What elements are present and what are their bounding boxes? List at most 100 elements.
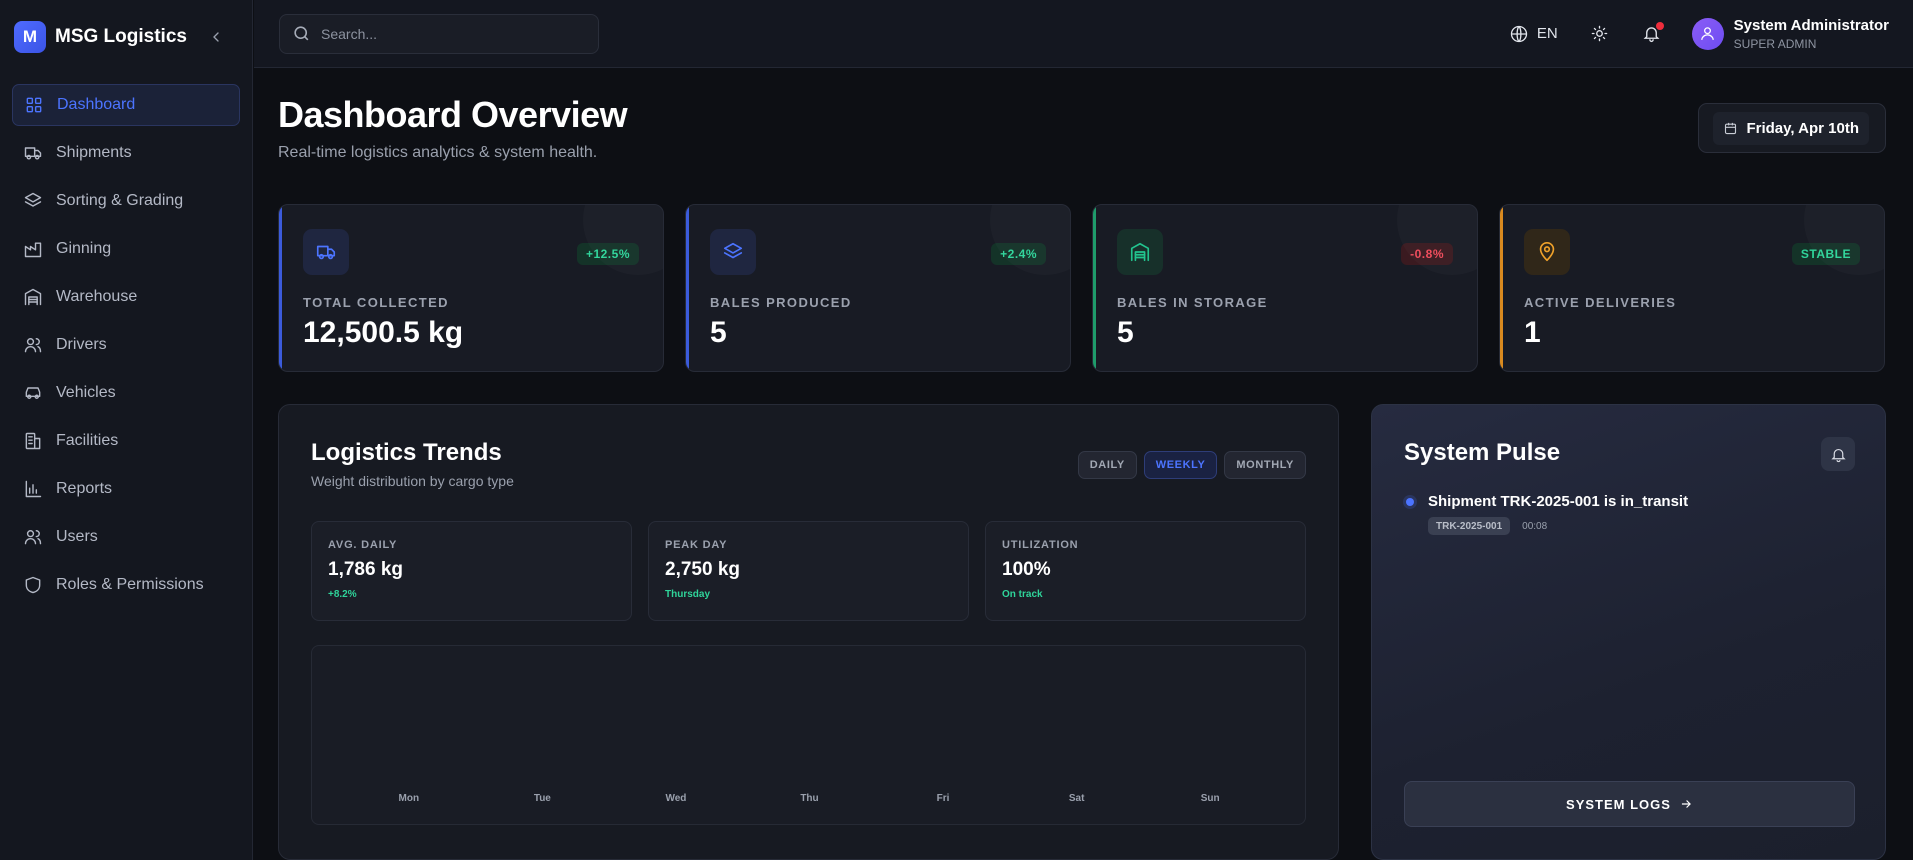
sidebar-item-vehicles[interactable]: Vehicles <box>12 372 240 414</box>
language-label: EN <box>1536 25 1558 42</box>
stat-card-bales-produced[interactable]: +2.4% BALES PRODUCED 5 <box>685 204 1071 372</box>
stat-value: 1 <box>1524 316 1541 349</box>
calendar-icon <box>1725 122 1737 134</box>
sidebar-item-warehouse[interactable]: Warehouse <box>12 276 240 318</box>
collapse-sidebar-button[interactable] <box>206 27 226 47</box>
stat-badge: +2.4% <box>991 243 1046 265</box>
event-time: 00:08 <box>1522 520 1548 532</box>
sidebar-item-users[interactable]: Users <box>12 516 240 558</box>
sidebar: M MSG Logistics Dashboard Shipments Sort… <box>0 0 253 860</box>
event-body: Shipment TRK-2025-001 is in_transit TRK-… <box>1428 493 1688 535</box>
user-name: System Administrator <box>1733 16 1889 34</box>
stats-row: +12.5% TOTAL COLLECTED 12,500.5 kg +2.4%… <box>278 204 1885 372</box>
date-label: Friday, Apr 10th <box>1746 119 1859 137</box>
sidebar-item-label: Ginning <box>56 240 112 257</box>
system-logs-button[interactable]: SYSTEM LOGS <box>1404 781 1855 827</box>
avatar <box>1691 17 1724 50</box>
metric-label: PEAK DAY <box>665 539 728 551</box>
stat-card-total-collected[interactable]: +12.5% TOTAL COLLECTED 12,500.5 kg <box>278 204 664 372</box>
notifications-button[interactable] <box>1640 21 1664 46</box>
sidebar-item-sorting-grading[interactable]: Sorting & Grading <box>12 180 240 222</box>
stat-label: TOTAL COLLECTED <box>303 295 449 310</box>
truck-icon <box>303 229 349 275</box>
metric-value: 100% <box>1002 559 1051 580</box>
event-meta: TRK-2025-001 00:08 <box>1428 517 1688 535</box>
event-status-dot <box>1406 498 1414 506</box>
sidebar-item-drivers[interactable]: Drivers <box>12 324 240 366</box>
arrow-right-icon <box>1681 800 1691 808</box>
sidebar-item-label: Dashboard <box>57 96 136 113</box>
sidebar-item-label: Sorting & Grading <box>56 192 184 209</box>
stat-value: 5 <box>1117 316 1134 349</box>
sidebar-item-roles-permissions[interactable]: Roles & Permissions <box>12 564 240 606</box>
system-logs-label: SYSTEM LOGS <box>1566 796 1671 812</box>
stat-label: BALES IN STORAGE <box>1117 295 1268 310</box>
event-title: Shipment TRK-2025-001 is in_transit <box>1428 493 1689 510</box>
toggle-weekly[interactable]: WEEKLY <box>1143 451 1218 479</box>
sidebar-item-label: Roles & Permissions <box>56 576 204 593</box>
stat-badge: STABLE <box>1791 243 1860 265</box>
users-icon <box>22 334 44 356</box>
building-icon <box>22 430 44 452</box>
car-icon <box>22 382 44 404</box>
theme-toggle-button[interactable] <box>1588 22 1612 46</box>
page-subtitle: Real-time logistics analytics & system h… <box>278 144 598 161</box>
date-chip-inner: Friday, Apr 10th <box>1713 111 1869 145</box>
brand: M MSG Logistics <box>0 0 252 74</box>
factory-icon <box>22 238 44 260</box>
pulse-title: System Pulse <box>1404 439 1561 466</box>
grid-icon <box>23 94 45 116</box>
globe-icon <box>1510 25 1527 42</box>
user-icon <box>1701 27 1714 40</box>
chart-tick-label: Sun <box>1201 793 1220 804</box>
toggle-monthly[interactable]: MONTHLY <box>1224 451 1306 479</box>
chart-tick-label: Mon <box>399 793 420 804</box>
truck-icon <box>22 142 44 164</box>
user-info: System Administrator SUPER ADMIN <box>1734 17 1889 51</box>
pulse-event[interactable]: Shipment TRK-2025-001 is in_transit TRK-… <box>1404 493 1853 535</box>
notification-dot <box>1655 21 1664 30</box>
language-selector[interactable]: EN <box>1509 24 1558 44</box>
sun-icon <box>1591 25 1608 42</box>
brand-logo[interactable]: M <box>14 21 46 53</box>
search-box[interactable] <box>279 13 599 54</box>
trends-chart-svg: Mon Tue Wed Thu Fri Sat Sun <box>399 793 1220 804</box>
stat-badge: +12.5% <box>576 243 639 265</box>
metric-note: Thursday <box>665 589 711 600</box>
topbar-actions: EN System Administrator SUPER ADMIN <box>1509 17 1889 51</box>
sidebar-item-reports[interactable]: Reports <box>12 468 240 510</box>
sidebar-item-dashboard[interactable]: Dashboard <box>12 84 240 126</box>
trend-metrics: AVG. DAILY 1,786 kg +8.2% PEAK DAY 2,750… <box>311 521 1306 621</box>
metric-utilization: UTILIZATION 100% On track <box>985 521 1306 621</box>
stat-card-active-deliveries[interactable]: STABLE ACTIVE DELIVERIES 1 <box>1499 204 1885 372</box>
user-role: SUPER ADMIN <box>1733 36 1817 51</box>
pulse-notifications-button[interactable] <box>1821 437 1855 471</box>
metric-note: +8.2% <box>328 589 357 600</box>
topbar: EN System Administrator SUPER ADMIN <box>254 0 1913 68</box>
search-input[interactable] <box>321 25 581 42</box>
bell-icon <box>1830 448 1846 462</box>
trends-chart: Mon Tue Wed Thu Fri Sat Sun <box>311 645 1306 825</box>
stat-label: BALES PRODUCED <box>710 295 852 310</box>
toggle-daily[interactable]: DAILY <box>1077 451 1137 479</box>
metric-label: UTILIZATION <box>1002 539 1079 551</box>
bar-chart-icon <box>22 478 44 500</box>
sidebar-item-label: Facilities <box>56 432 119 449</box>
chart-tick-label: Wed <box>665 793 686 804</box>
date-chip[interactable]: Friday, Apr 10th <box>1698 103 1886 153</box>
page-title: Dashboard Overview <box>278 94 628 135</box>
sidebar-item-label: Shipments <box>56 144 132 161</box>
warehouse-icon <box>22 286 44 308</box>
sidebar-item-ginning[interactable]: Ginning <box>12 228 240 270</box>
sidebar-item-facilities[interactable]: Facilities <box>12 420 240 462</box>
chevron-left-icon <box>213 32 219 42</box>
search-icon <box>294 26 309 41</box>
user-menu[interactable]: System Administrator SUPER ADMIN <box>1691 17 1889 51</box>
stat-card-bales-in-storage[interactable]: -0.8% BALES IN STORAGE 5 <box>1092 204 1478 372</box>
layers-icon <box>22 190 44 212</box>
sidebar-item-label: Vehicles <box>56 384 116 401</box>
stat-label: ACTIVE DELIVERIES <box>1524 295 1677 310</box>
sidebar-item-shipments[interactable]: Shipments <box>12 132 240 174</box>
chart-tick-label: Tue <box>534 793 551 804</box>
metric-note: On track <box>1002 589 1043 600</box>
